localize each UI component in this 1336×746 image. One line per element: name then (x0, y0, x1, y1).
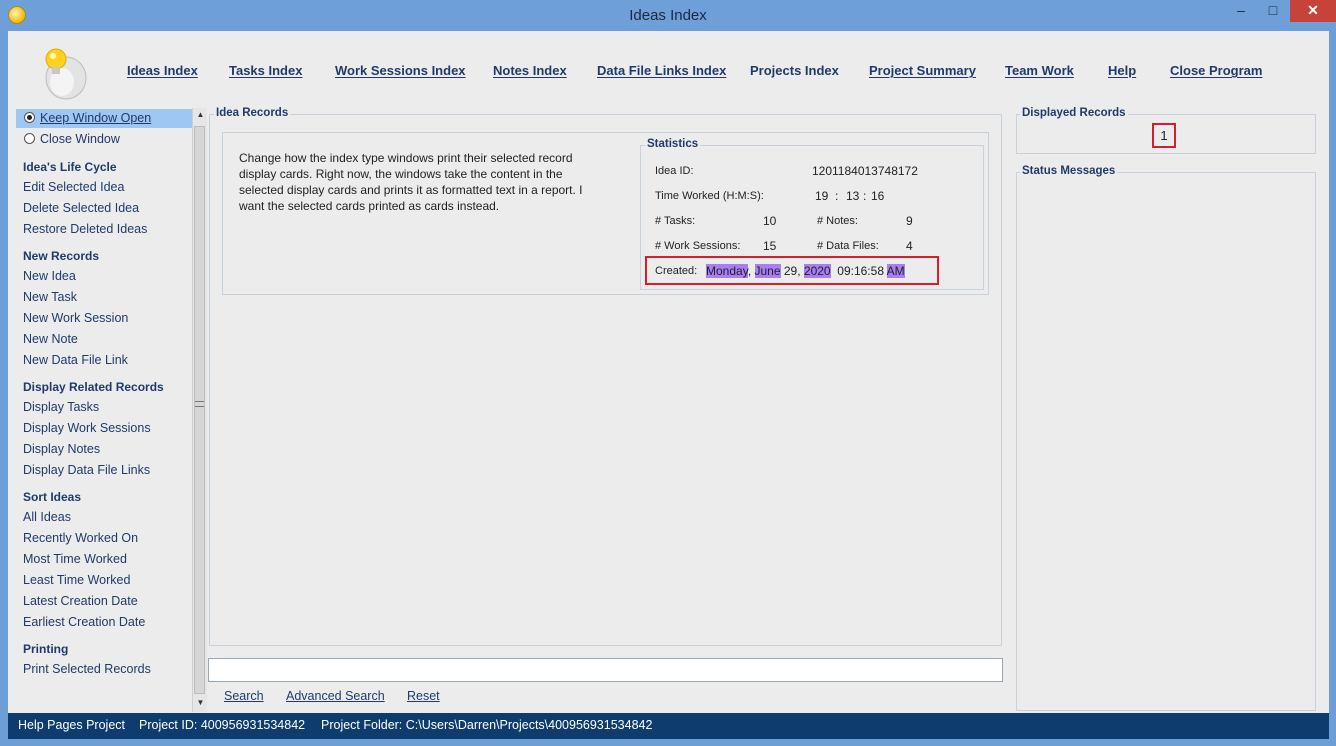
sort-least-time-link[interactable]: Least Time Worked (23, 573, 130, 587)
data-files-value: 4 (906, 239, 913, 253)
new-records-heading: New Records (23, 249, 100, 263)
display-tasks-link[interactable]: Display Tasks (23, 400, 99, 414)
status-messages-title: Status Messages (1020, 165, 1118, 177)
status-project-name: Help Pages Project (18, 718, 126, 732)
created-weekday: Monday (706, 264, 748, 278)
display-data-file-links-link[interactable]: Display Data File Links (23, 463, 150, 477)
window-title: Ideas Index (629, 7, 707, 24)
time-hours: 19 (815, 189, 829, 203)
display-work-sessions-link[interactable]: Display Work Sessions (23, 421, 151, 435)
new-work-session-link[interactable]: New Work Session (23, 311, 128, 325)
restore-deleted-ideas-link[interactable]: Restore Deleted Ideas (23, 222, 147, 236)
nav-work-sessions-index[interactable]: Work Sessions Index (335, 63, 466, 78)
close-window-option[interactable]: Close Window (16, 130, 192, 149)
edit-selected-idea-link[interactable]: Edit Selected Idea (23, 180, 124, 194)
created-date-time: Monday, June 29, 2020 09:16:58 AM (706, 264, 905, 278)
radio-selected-icon[interactable] (24, 112, 35, 123)
maximize-button[interactable]: □ (1258, 0, 1288, 22)
idea-description: Change how the index type windows print … (239, 151, 583, 213)
nav-project-summary[interactable]: Project Summary (869, 63, 976, 78)
close-window-label[interactable]: Close Window (40, 132, 120, 146)
displayed-records-title: Displayed Records (1020, 107, 1128, 119)
time-sep-2: : (863, 189, 867, 203)
created-day: 29, (783, 264, 801, 278)
keep-window-open-label[interactable]: Keep Window Open (40, 111, 151, 125)
created-month: June (754, 264, 781, 278)
scrollbar-thumb[interactable] (194, 126, 205, 694)
display-notes-link[interactable]: Display Notes (23, 442, 100, 456)
head-lightbulb-logo (45, 48, 87, 100)
radio-unselected-icon[interactable] (24, 133, 35, 144)
sort-recently-worked-link[interactable]: Recently Worked On (23, 531, 138, 545)
notes-label: # Notes: (817, 215, 858, 227)
scroll-down-icon[interactable]: ▼ (193, 698, 208, 707)
delete-selected-idea-link[interactable]: Delete Selected Idea (23, 201, 139, 215)
time-worked-label: Time Worked (H:M:S): (655, 190, 764, 202)
sort-latest-creation-link[interactable]: Latest Creation Date (23, 594, 138, 608)
scroll-up-icon[interactable]: ▲ (193, 110, 208, 119)
time-minutes: 13 (846, 189, 860, 203)
data-files-label: # Data Files: (817, 240, 879, 252)
status-project-folder: Project Folder: C:\Users\Darren\Projects… (321, 718, 653, 732)
sort-ideas-heading: Sort Ideas (23, 490, 82, 504)
notes-value: 9 (906, 214, 913, 228)
search-input[interactable] (208, 658, 1003, 682)
sort-earliest-creation-link[interactable]: Earliest Creation Date (23, 615, 145, 629)
nav-projects-index[interactable]: Projects Index (750, 63, 839, 78)
statistics-title: Statistics (645, 138, 701, 150)
printing-heading: Printing (23, 642, 69, 656)
idea-records-title: Idea Records (214, 107, 291, 119)
displayed-records-count: 1 (1152, 123, 1176, 148)
nav-team-work[interactable]: Team Work (1005, 63, 1074, 78)
nav-ideas-index[interactable]: Ideas Index (127, 63, 198, 78)
nav-close-program[interactable]: Close Program (1170, 63, 1262, 78)
close-button[interactable]: ✕ (1290, 0, 1336, 22)
display-related-heading: Display Related Records (23, 380, 164, 394)
sidebar: Keep Window Open Close Window Idea's Lif… (16, 108, 192, 712)
idea-id-label: Idea ID: (655, 165, 694, 177)
created-comma: , (747, 264, 752, 278)
created-ampm: AM (886, 264, 905, 278)
search-button[interactable]: Search (224, 689, 264, 703)
nav-tasks-index[interactable]: Tasks Index (229, 63, 302, 78)
new-note-link[interactable]: New Note (23, 332, 78, 346)
time-seconds: 16 (871, 189, 885, 203)
created-label: Created: (655, 265, 698, 277)
work-sessions-value: 15 (763, 239, 777, 253)
status-messages-panel (1016, 172, 1316, 711)
reset-button[interactable]: Reset (407, 689, 440, 703)
status-project-id: Project ID: 400956931534842 (139, 718, 306, 732)
new-data-file-link-link[interactable]: New Data File Link (23, 353, 128, 367)
nav-data-file-links-index[interactable]: Data File Links Index (597, 63, 726, 78)
print-selected-records-link[interactable]: Print Selected Records (23, 662, 151, 676)
created-year: 2020 (803, 264, 831, 278)
idea-id-value: 1201184013748172 (812, 164, 918, 178)
lifecycle-heading: Idea's Life Cycle (23, 160, 117, 174)
tasks-label: # Tasks: (655, 215, 696, 227)
created-time: 09:16:58 (837, 264, 884, 278)
minimize-button[interactable]: – (1226, 0, 1256, 22)
nav-notes-index[interactable]: Notes Index (493, 63, 567, 78)
new-idea-link[interactable]: New Idea (23, 269, 76, 283)
new-task-link[interactable]: New Task (23, 290, 77, 304)
nav-help[interactable]: Help (1108, 63, 1136, 78)
grip-icon (195, 401, 204, 407)
work-sessions-label: # Work Sessions: (655, 240, 741, 252)
sort-most-time-link[interactable]: Most Time Worked (23, 552, 127, 566)
advanced-search-button[interactable]: Advanced Search (286, 689, 385, 703)
sort-all-ideas-link[interactable]: All Ideas (23, 510, 71, 524)
tasks-value: 10 (763, 214, 777, 228)
time-sep-1: : (835, 189, 839, 203)
keep-window-open-option[interactable]: Keep Window Open (16, 109, 192, 128)
